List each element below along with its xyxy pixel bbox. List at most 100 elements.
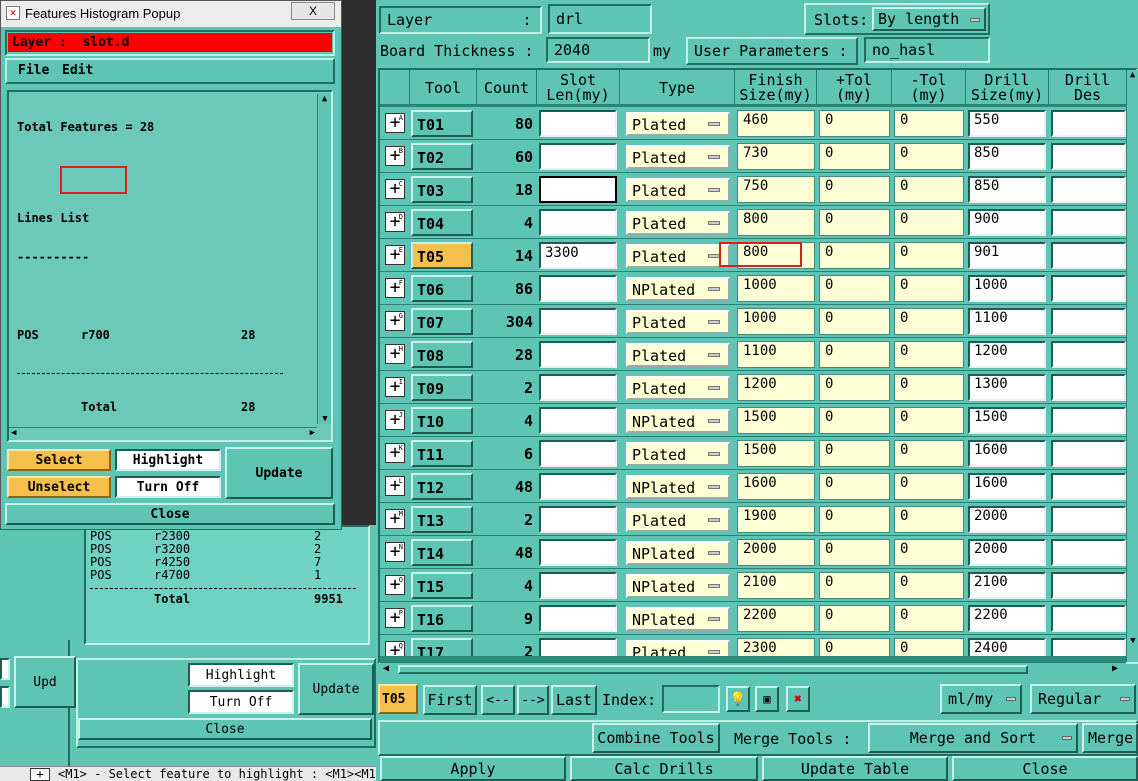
type-dropdown[interactable]: Plated	[626, 442, 730, 466]
finish-size-input[interactable]: 1600	[737, 473, 815, 500]
tool-cell[interactable]: T05	[411, 242, 473, 269]
drill-des-input[interactable]	[1051, 341, 1126, 368]
drill-des-input[interactable]	[1051, 374, 1126, 401]
minus-tol-input[interactable]: 0	[894, 506, 964, 533]
drill-size-input[interactable]: 850	[968, 143, 1046, 170]
slot-len-input[interactable]	[539, 407, 617, 434]
drill-des-input[interactable]	[1051, 209, 1126, 236]
minus-tol-input[interactable]: 0	[894, 275, 964, 302]
row-plus-icon[interactable]: + M	[385, 509, 405, 529]
tool-cell[interactable]: T15	[411, 572, 473, 599]
tool-cell[interactable]: T12	[411, 473, 473, 500]
finish-size-input[interactable]: 1100	[737, 341, 815, 368]
drill-des-input[interactable]	[1051, 143, 1126, 170]
tool-cell[interactable]: T02	[411, 143, 473, 170]
tool-cell[interactable]: T14	[411, 539, 473, 566]
plus-tol-input[interactable]: 0	[819, 440, 890, 467]
type-dropdown[interactable]: Plated	[626, 145, 730, 169]
drill-des-input[interactable]	[1051, 110, 1126, 137]
row-plus-icon[interactable]: + E	[385, 245, 405, 265]
tool-cell[interactable]: T10	[411, 407, 473, 434]
tool-cell[interactable]: T11	[411, 440, 473, 467]
update-button[interactable]: Update	[225, 447, 333, 499]
finish-size-input[interactable]: 2100	[737, 572, 815, 599]
type-dropdown[interactable]: NPlated	[626, 541, 730, 565]
finish-size-input[interactable]: 750	[737, 176, 815, 203]
type-dropdown[interactable]: Plated	[626, 508, 730, 532]
drill-des-input[interactable]	[1051, 308, 1126, 335]
plus-tol-input[interactable]: 0	[819, 506, 890, 533]
drill-size-input[interactable]: 850	[968, 176, 1046, 203]
finish-size-input[interactable]: 730	[737, 143, 815, 170]
bg-left-update-button[interactable]: Upd	[14, 656, 76, 708]
plus-tol-input[interactable]: 0	[819, 110, 890, 137]
merge-button[interactable]: Merge	[1082, 723, 1138, 753]
finish-size-input[interactable]: 800	[737, 209, 815, 236]
tool-cell[interactable]: T03	[411, 176, 473, 203]
close-button[interactable]: Close	[952, 756, 1138, 781]
plus-tol-input[interactable]: 0	[819, 242, 890, 269]
select-button[interactable]: Select	[7, 449, 111, 471]
tool-cell[interactable]: T13	[411, 506, 473, 533]
mode-dropdown[interactable]: Regular	[1030, 684, 1136, 714]
tool-cell[interactable]: T04	[411, 209, 473, 236]
plus-tol-input[interactable]: 0	[819, 374, 890, 401]
next-button[interactable]: -->	[517, 685, 549, 715]
bg-highlight-button[interactable]: Highlight	[188, 663, 294, 687]
minus-tol-input[interactable]: 0	[894, 572, 964, 599]
bg-left-white-button-bottom[interactable]	[0, 686, 10, 708]
row-plus-icon[interactable]: + H	[385, 344, 405, 364]
drill-size-input[interactable]: 2100	[968, 572, 1046, 599]
table-scroll-down-icon[interactable]: ▼	[1127, 636, 1138, 646]
scroll-down-icon[interactable]: ▼	[318, 414, 332, 424]
units-dropdown[interactable]: ml/my	[940, 684, 1022, 714]
finish-size-input[interactable]: 460	[737, 110, 815, 137]
type-dropdown[interactable]: NPlated	[626, 277, 730, 301]
minus-tol-input[interactable]: 0	[894, 209, 964, 236]
table-scroll-right-icon[interactable]: ▶	[1112, 663, 1118, 674]
type-dropdown[interactable]: Plated	[626, 343, 730, 367]
table-scroll-up-icon[interactable]: ▲	[1127, 70, 1138, 80]
finish-size-input[interactable]: 1000	[737, 308, 815, 335]
slot-len-input[interactable]	[539, 539, 617, 566]
drill-des-input[interactable]	[1051, 638, 1126, 656]
capture-icon-button[interactable]: ▣	[755, 686, 779, 712]
minus-tol-input[interactable]: 0	[894, 176, 964, 203]
drill-size-input[interactable]: 1600	[968, 473, 1046, 500]
row-plus-icon[interactable]: + C	[385, 179, 405, 199]
slot-len-input[interactable]	[539, 341, 617, 368]
tool-cell[interactable]: T16	[411, 605, 473, 632]
popup-vertical-scrollbar[interactable]: ▲ ▼	[317, 94, 331, 424]
popup-close-button[interactable]: X	[291, 2, 335, 20]
table-scroll-left-icon[interactable]: ◀	[383, 663, 389, 674]
plus-tol-input[interactable]: 0	[819, 605, 890, 632]
drill-size-input[interactable]: 2200	[968, 605, 1046, 632]
plus-tol-input[interactable]: 0	[819, 308, 890, 335]
feature-symbol[interactable]: r700	[81, 329, 241, 342]
plus-tol-input[interactable]: 0	[819, 539, 890, 566]
drill-size-input[interactable]: 1100	[968, 308, 1046, 335]
drill-size-input[interactable]: 900	[968, 209, 1046, 236]
slot-len-input[interactable]	[539, 605, 617, 632]
drill-des-input[interactable]	[1051, 242, 1126, 269]
slot-len-input[interactable]	[539, 275, 617, 302]
type-dropdown[interactable]: Plated	[626, 112, 730, 136]
board-thickness-input[interactable]: 2040	[546, 37, 650, 63]
table-horizontal-scrollbar[interactable]: ◀ ▶	[380, 662, 1126, 676]
row-plus-icon[interactable]: + J	[385, 410, 405, 430]
drill-des-input[interactable]	[1051, 407, 1126, 434]
merge-mode-dropdown[interactable]: Merge and Sort	[868, 723, 1078, 753]
highlight-button[interactable]: Highlight	[115, 449, 221, 471]
apply-button[interactable]: Apply	[380, 756, 566, 781]
type-dropdown[interactable]: Plated	[626, 640, 730, 656]
row-plus-icon[interactable]: + Q	[385, 641, 405, 656]
finish-size-input[interactable]: 1000	[737, 275, 815, 302]
plus-tol-input[interactable]: 0	[819, 143, 890, 170]
slot-len-input[interactable]	[539, 374, 617, 401]
combine-tools-button[interactable]: Combine Tools	[592, 723, 720, 753]
finish-size-input[interactable]: 1500	[737, 440, 815, 467]
drill-des-input[interactable]	[1051, 176, 1126, 203]
slot-len-input[interactable]: 3300	[539, 242, 617, 269]
finish-size-input[interactable]: 2200	[737, 605, 815, 632]
finish-size-input[interactable]: 2000	[737, 539, 815, 566]
